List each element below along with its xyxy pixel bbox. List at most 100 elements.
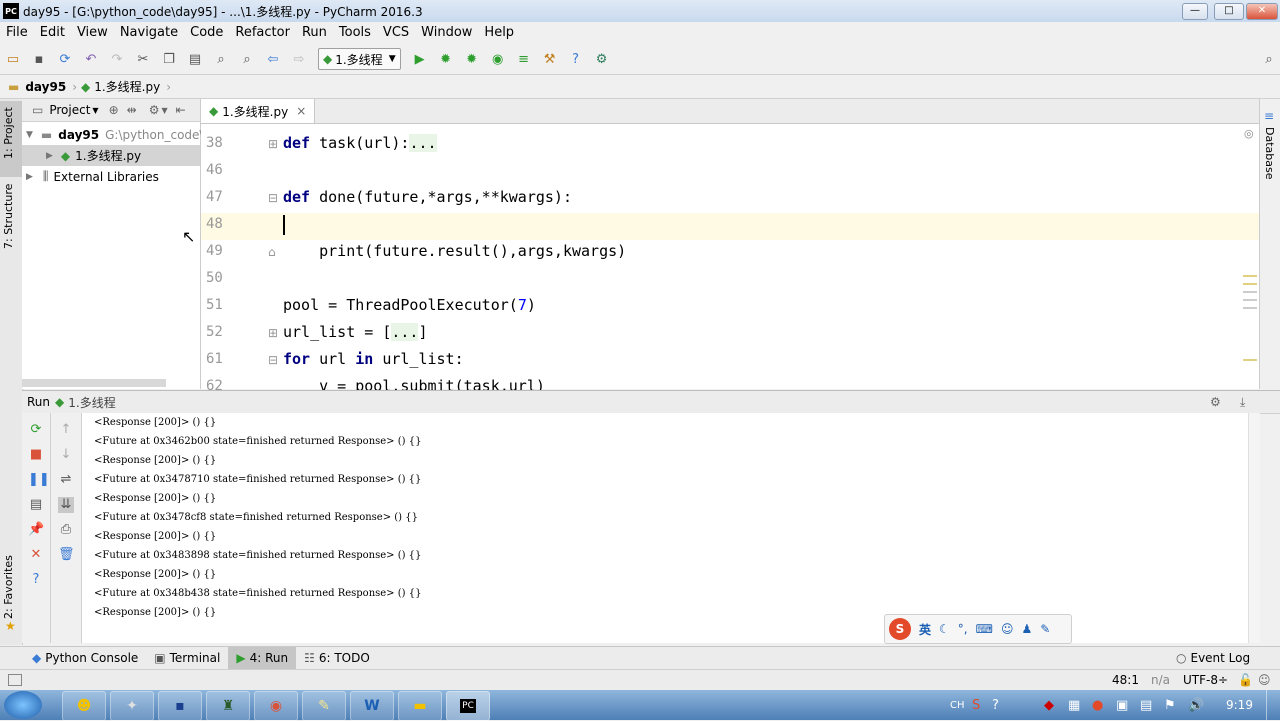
menu-vcs[interactable]: VCS — [383, 25, 409, 40]
tray-icon[interactable]: ▦ — [1068, 698, 1080, 713]
help-icon[interactable]: ? — [568, 51, 584, 67]
taskbar-app-chrome[interactable]: ◉ — [254, 690, 298, 721]
side-tab-favorites[interactable]: 2: Favorites — [2, 555, 15, 619]
search-everywhere-icon[interactable]: ⌕ — [1261, 51, 1277, 67]
network-tray-icon[interactable]: ▤ — [1140, 698, 1152, 713]
soft-wrap-icon[interactable]: ⇌ — [58, 472, 74, 488]
cut-icon[interactable]: ✂ — [135, 51, 151, 67]
breadcrumb-project[interactable]: day95 — [25, 80, 66, 94]
run-icon[interactable]: ▶ — [412, 51, 428, 67]
tree-node-day95[interactable]: ▼ ▬ day95 G:\python_code\ — [22, 124, 203, 145]
rerun-icon[interactable]: ⟳ — [28, 422, 44, 438]
run-config-select[interactable]: ◆ 1.多线程 ▼ — [318, 48, 401, 70]
fold-expand-icon[interactable]: ⊞ — [268, 326, 278, 340]
side-tab-project[interactable]: 1: Project — [2, 107, 15, 159]
record-tray-icon[interactable]: ● — [1092, 698, 1103, 713]
side-tab-structure[interactable]: 7: Structure — [2, 184, 15, 249]
punctuation-icon[interactable]: °, — [958, 622, 968, 636]
menu-file[interactable]: File — [6, 25, 28, 40]
back-icon[interactable]: ⇦ — [265, 51, 281, 67]
collapse-all-icon[interactable]: ⇹ — [127, 103, 137, 117]
forward-icon[interactable]: ⇨ — [291, 51, 307, 67]
sogou-tray-icon[interactable]: S — [972, 698, 980, 713]
scroll-to-end-icon[interactable]: ⇊ — [58, 497, 74, 513]
restore-layout-icon[interactable]: ▤ — [28, 497, 44, 513]
run-config-name[interactable]: 1.多线程 — [68, 394, 115, 411]
menu-edit[interactable]: Edit — [40, 25, 65, 40]
settings-wrench-icon[interactable]: ⚒ — [542, 51, 558, 67]
inspector-icon[interactable]: ☺ — [1258, 673, 1271, 687]
profile-icon[interactable]: ◉ — [490, 51, 506, 67]
error-stripe[interactable] — [1243, 275, 1257, 335]
undo-icon[interactable]: ↶ — [83, 51, 99, 67]
side-tab-database[interactable]: Database — [1263, 127, 1276, 180]
tree-node-external-libraries[interactable]: ▶ ⫼ External Libraries — [22, 166, 200, 187]
taskbar-app-word[interactable]: W — [350, 690, 394, 721]
start-button[interactable] — [4, 691, 42, 719]
sogou-logo-icon[interactable]: S — [889, 618, 911, 640]
hide-panel-icon[interactable]: ⇤ — [176, 103, 186, 117]
moon-icon[interactable]: ☾ — [939, 622, 950, 636]
copy-icon[interactable]: ❐ — [161, 51, 177, 67]
menu-refactor[interactable]: Refactor — [235, 25, 290, 40]
close-icon[interactable]: × — [296, 104, 306, 118]
file-encoding[interactable]: UTF-8÷ — [1183, 673, 1228, 687]
tab-run[interactable]: ▶ 4: Run — [228, 647, 297, 669]
pause-icon[interactable]: ❚❚ — [28, 472, 50, 488]
close-icon[interactable]: ✕ — [28, 547, 44, 563]
line-separator[interactable]: n/a — [1151, 673, 1170, 687]
taskbar-app-tool[interactable]: ✦ — [110, 690, 154, 721]
redo-icon[interactable]: ↷ — [109, 51, 125, 67]
open-folder-icon[interactable]: ▭ — [5, 51, 21, 67]
flag-tray-icon[interactable]: ⚑ — [1164, 698, 1176, 713]
concurrency-icon[interactable]: ≡ — [516, 51, 532, 67]
minimize-button[interactable]: — — [1182, 3, 1208, 20]
keyboard-icon[interactable]: ⌨ — [976, 622, 993, 636]
debug-icon[interactable]: ✹ — [438, 51, 454, 67]
paste-icon[interactable]: ▤ — [187, 51, 203, 67]
maximize-button[interactable]: □ — [1214, 3, 1244, 20]
trash-icon[interactable]: 🗑 — [58, 547, 75, 563]
menu-code[interactable]: Code — [190, 25, 223, 40]
gear-icon[interactable]: ⚙ — [149, 103, 160, 117]
taskbar-app-notepad[interactable]: ✎ — [302, 690, 346, 721]
save-icon[interactable]: ▪ — [31, 51, 47, 67]
antivirus-tray-icon[interactable]: ◆ — [1044, 698, 1054, 713]
replace-icon[interactable]: ⌕ — [239, 51, 255, 67]
toggle-tool-windows-icon[interactable] — [8, 674, 22, 686]
chevron-down-icon[interactable]: ▼ — [161, 106, 167, 115]
stop-icon[interactable]: ■ — [28, 447, 44, 463]
menu-window[interactable]: Window — [421, 25, 472, 40]
up-arrow-icon[interactable]: ↑ — [58, 422, 74, 438]
taskbar-app-save[interactable]: ▪ — [158, 690, 202, 721]
user-icon[interactable]: ☺ — [1001, 622, 1014, 636]
breadcrumb-file[interactable]: 1.多线程.py — [94, 78, 160, 95]
tab-terminal[interactable]: ▣ Terminal — [146, 647, 228, 669]
chevron-down-icon[interactable]: ▼ — [92, 106, 98, 115]
show-desktop-button[interactable] — [1266, 690, 1280, 720]
down-arrow-icon[interactable]: ↓ — [58, 447, 74, 463]
collapsed-arrow-icon[interactable]: ▶ — [26, 172, 33, 182]
inspection-eye-icon[interactable]: ◎ — [1244, 127, 1254, 140]
pin-icon[interactable]: 📌 — [28, 522, 44, 538]
volume-tray-icon[interactable]: 🔊 — [1188, 698, 1204, 713]
editor-tab-file[interactable]: ◆ 1.多线程.py × — [201, 99, 316, 123]
menu-view[interactable]: View — [77, 25, 108, 40]
menu-run[interactable]: Run — [302, 25, 327, 40]
fold-collapse-icon[interactable]: ⊟ — [268, 191, 278, 205]
menu-tools[interactable]: Tools — [339, 25, 371, 40]
hide-panel-icon[interactable]: ⤓ — [1240, 395, 1245, 410]
find-icon[interactable]: ⌕ — [213, 51, 229, 67]
tab-event-log[interactable]: ○ Event Log — [1168, 647, 1258, 669]
coverage-icon[interactable]: ✹ — [464, 51, 480, 67]
skin-icon[interactable]: ♟ — [1021, 622, 1032, 636]
fold-expand-icon[interactable]: ⊞ — [268, 137, 278, 151]
taskbar-app-utility[interactable]: ♜ — [206, 690, 250, 721]
expanded-arrow-icon[interactable]: ▼ — [26, 130, 33, 140]
fold-end-icon[interactable]: ⌂ — [268, 245, 276, 259]
tab-todo[interactable]: ☷ 6: TODO — [296, 647, 378, 669]
sync-icon[interactable]: ⟳ — [57, 51, 73, 67]
print-icon[interactable]: ⎙ — [58, 522, 74, 538]
taskbar-app-pycharm[interactable]: PC — [446, 690, 490, 721]
tab-python-console[interactable]: ◆ Python Console — [24, 647, 146, 669]
